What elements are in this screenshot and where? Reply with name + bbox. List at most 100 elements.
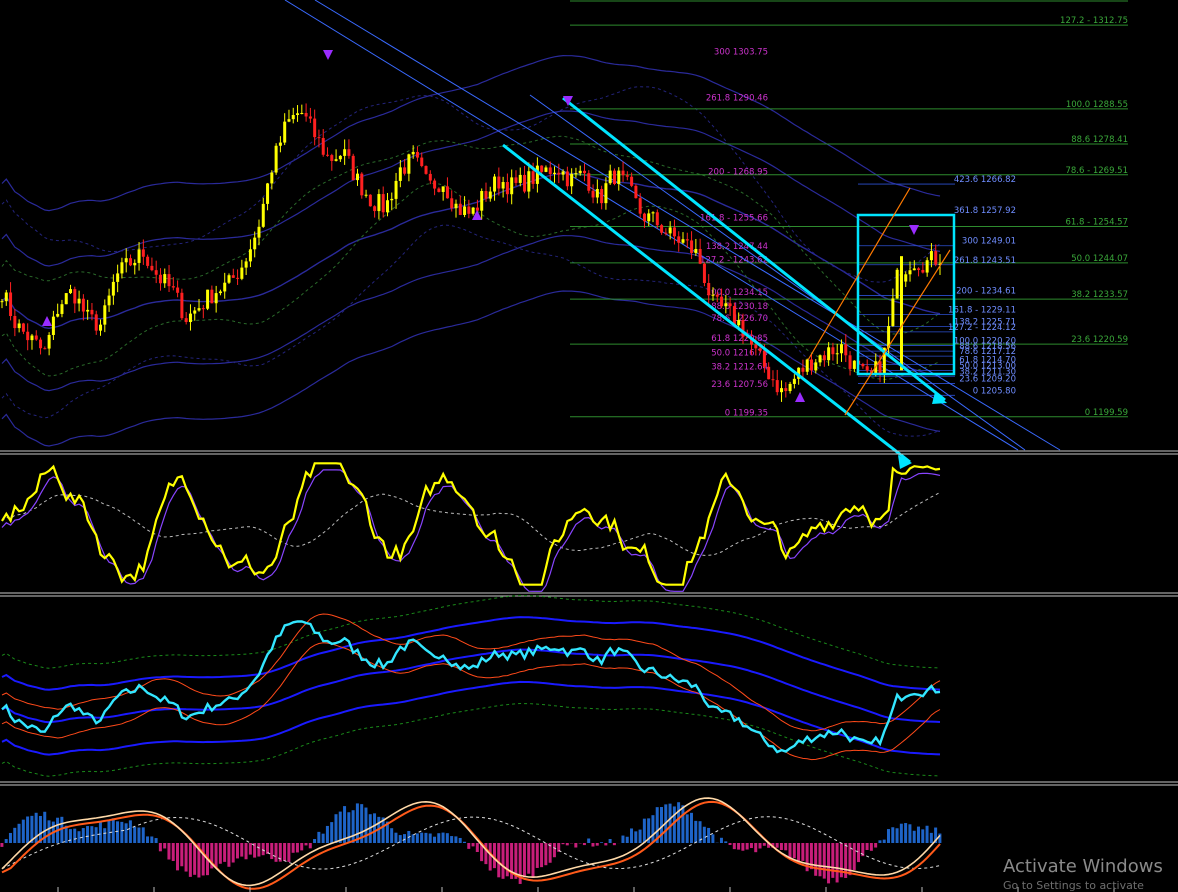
histogram-bar [313, 839, 317, 843]
histogram-bar [240, 843, 244, 857]
histogram-bar [128, 820, 132, 843]
histogram-bar [0, 843, 4, 847]
histogram-bar [591, 843, 595, 847]
candle-body [784, 388, 788, 392]
candle-body [505, 182, 509, 195]
candle-body [475, 207, 479, 211]
fib-projection-label: 200 - 1234.61 [956, 287, 1016, 297]
candle-body [116, 273, 120, 282]
candle-body [574, 173, 578, 175]
candle-body [180, 292, 184, 319]
candle-body [291, 114, 295, 120]
histogram-bar [445, 833, 449, 843]
histogram-bar [334, 814, 338, 843]
histogram-bar [283, 843, 287, 861]
histogram-bar [891, 827, 895, 843]
candle-body [565, 171, 569, 187]
candle-body [330, 155, 334, 161]
candle-body [81, 298, 85, 312]
histogram-bar [103, 828, 107, 843]
candle-body [929, 251, 933, 261]
histogram-bar [411, 834, 415, 843]
histogram-bar [565, 843, 569, 846]
fib-level-label: 127.2 - 1312.75 [1060, 16, 1128, 26]
histogram-bar [325, 825, 329, 843]
candle-body [732, 306, 736, 326]
candle-body [394, 180, 398, 199]
histogram-bar [231, 843, 235, 863]
histogram-bar [265, 843, 269, 854]
candle-body [56, 313, 60, 317]
histogram-bar [475, 843, 479, 852]
candle-body [578, 170, 582, 174]
candle-body [424, 166, 428, 174]
candle-body [69, 289, 73, 294]
candle-body [441, 186, 445, 192]
candle-body [201, 308, 205, 310]
histogram-bar [874, 843, 878, 848]
histogram-bar [754, 843, 758, 853]
candle-body [698, 249, 702, 264]
fib-level-label: 88.6 1278.41 [1071, 135, 1128, 145]
candle-body [253, 237, 257, 250]
candle-body [668, 227, 672, 234]
candle-body [647, 213, 651, 222]
histogram-bar [608, 839, 612, 843]
fib-extension-label: 300 1303.75 [714, 47, 768, 57]
candle-body [197, 308, 201, 311]
histogram-bar [257, 843, 261, 857]
candle-body [43, 348, 47, 350]
candle-body [9, 292, 13, 317]
candle-body [758, 348, 762, 351]
candle-body [218, 291, 222, 294]
histogram-bar [21, 819, 25, 843]
candle-body [625, 175, 629, 177]
candle-body [407, 154, 411, 174]
candle-body [77, 298, 81, 304]
activate-windows-subtitle: Go to Settings to activate [1003, 879, 1144, 892]
histogram-bar [878, 840, 882, 843]
candle-body [51, 316, 55, 335]
histogram-bar [176, 843, 180, 871]
histogram-bar [527, 843, 531, 874]
fib-projection-label: 361.8 1257.92 [954, 206, 1016, 216]
histogram-bar [432, 836, 436, 843]
candle-body [792, 378, 796, 384]
candle-body [120, 262, 124, 274]
histogram-bar [694, 820, 698, 843]
candle-body [865, 366, 869, 371]
histogram-bar [364, 807, 368, 843]
fib-extension-label: 100.0 1234.15 [706, 288, 768, 298]
histogram-bar [111, 818, 115, 843]
histogram-bar [899, 823, 903, 843]
histogram-bar [415, 833, 419, 843]
fib-extension-label: 88.6 1230.18 [711, 302, 768, 312]
histogram-bar [248, 843, 252, 855]
candle-body [300, 112, 304, 114]
histogram-bar [193, 843, 197, 875]
candle-body [900, 256, 903, 371]
histogram-bar [167, 843, 171, 860]
histogram-bar [882, 839, 886, 843]
histogram-bar [137, 827, 141, 843]
histogram-bar [116, 821, 120, 843]
candle-body [570, 173, 574, 187]
histogram-bar [925, 825, 929, 843]
candle-body [595, 189, 599, 198]
candle-body [351, 155, 355, 181]
histogram-bar [792, 843, 796, 859]
candle-body [274, 145, 278, 173]
fib-extension-label: 200 - 1268.95 [708, 168, 768, 178]
histogram-bar [300, 843, 304, 851]
histogram-bar [441, 832, 445, 843]
trading-chart: 127.2 - 1312.75 100.0 1288.55 88.6 1278.41… [0, 0, 1178, 892]
histogram-bar [394, 832, 398, 843]
candle-body [501, 182, 505, 189]
candle-body [660, 225, 664, 233]
candle-body [231, 275, 235, 278]
histogram-bar [938, 833, 942, 843]
candle-body [445, 186, 449, 199]
candle-body [720, 296, 724, 307]
candle-body [124, 258, 128, 263]
histogram-bar [146, 836, 150, 843]
